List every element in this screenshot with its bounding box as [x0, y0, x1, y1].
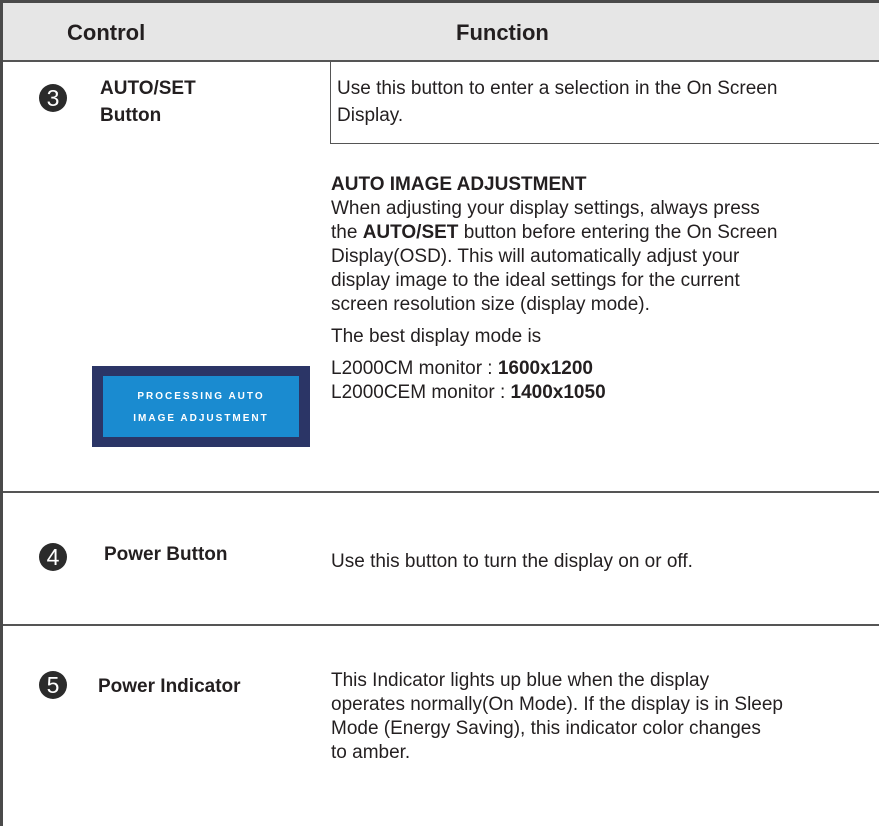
header-control: Control	[67, 20, 146, 45]
table-left-border	[0, 0, 3, 826]
indicator-desc-line3: Mode (Energy Saving), this indicator col…	[331, 718, 761, 739]
osd-line2: IMAGE ADJUSTMENT	[133, 413, 269, 424]
auto-adjust-line5: screen resolution size (display mode).	[331, 294, 650, 315]
control-autoset-line2: Button	[100, 105, 162, 126]
indicator-desc-line2: operates normally(On Mode). If the displ…	[331, 694, 783, 715]
row-divider-1	[3, 491, 879, 493]
function-divider	[330, 62, 331, 144]
auto-adjust-heading: AUTO IMAGE ADJUSTMENT	[331, 174, 587, 195]
auto-adjust-line1: When adjusting your display settings, al…	[331, 198, 760, 219]
row-divider-2	[3, 624, 879, 626]
osd-line1: PROCESSING AUTO	[137, 391, 265, 402]
osd-processing-image: PROCESSING AUTO IMAGE ADJUSTMENT	[92, 366, 310, 447]
power-button-desc: Use this button to turn the display on o…	[331, 551, 693, 572]
control-autoset-line1: AUTO/SET	[100, 78, 196, 99]
header-function: Function	[456, 20, 549, 45]
control-power-indicator: Power Indicator	[98, 676, 241, 697]
indicator-desc-line1: This Indicator lights up blue when the d…	[331, 670, 710, 691]
auto-adjust-line3: Display(OSD). This will automatically ad…	[331, 246, 740, 267]
best-mode-text: The best display mode is	[331, 326, 542, 347]
table-header: Control Function	[3, 3, 879, 62]
osd-screen: PROCESSING AUTO IMAGE ADJUSTMENT	[103, 376, 299, 437]
indicator-desc-line4: to amber.	[331, 742, 411, 763]
mode-l2000cem: L2000CEM monitor : 1400x1050	[331, 382, 606, 403]
autoset-desc-line1: Use this button to enter a selection in …	[337, 78, 778, 99]
mode-l2000cm: L2000CM monitor : 1600x1200	[331, 358, 593, 379]
number-5-badge: 5	[39, 671, 67, 699]
auto-adjust-line2: the AUTO/SET button before entering the …	[331, 222, 778, 243]
number-3-badge: 3	[39, 84, 67, 112]
auto-adjust-line4: display image to the ideal settings for …	[331, 270, 740, 291]
control-power-button: Power Button	[104, 544, 228, 565]
autoset-desc-line2: Display.	[337, 105, 404, 126]
function-subdivider	[330, 143, 879, 144]
number-4-badge: 4	[39, 543, 67, 571]
